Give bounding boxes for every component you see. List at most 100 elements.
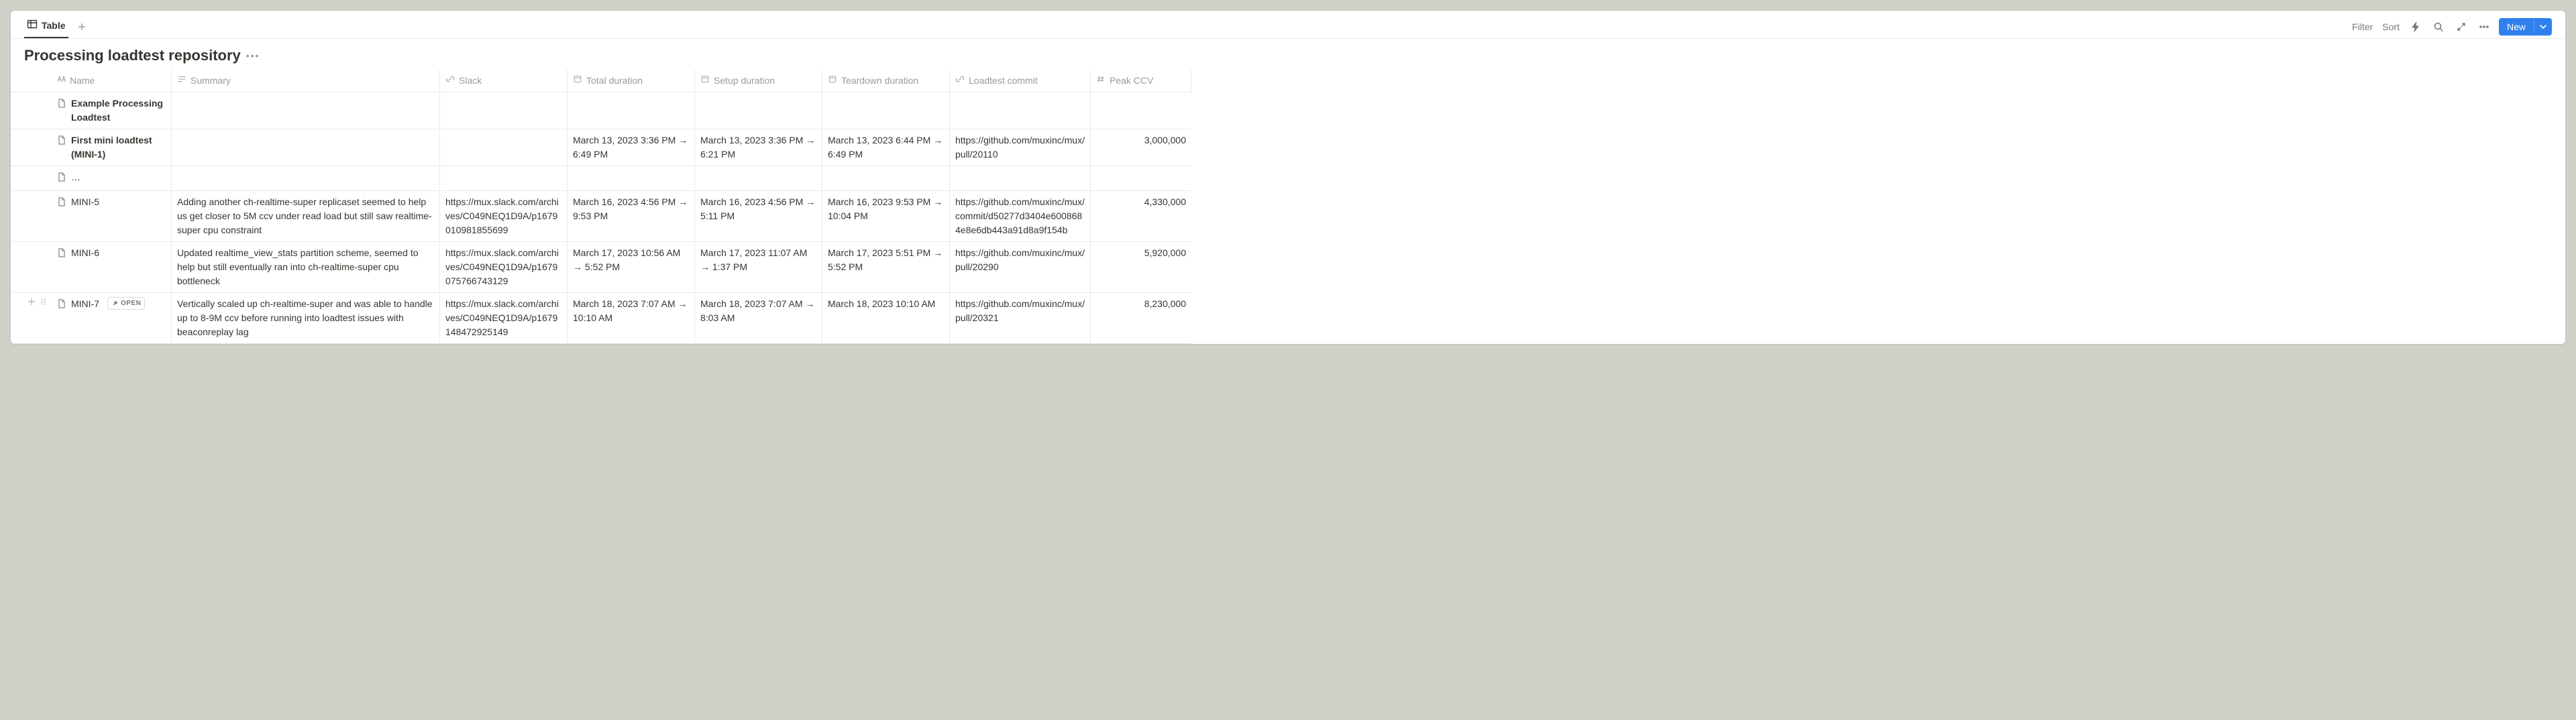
cell-total[interactable] (568, 166, 695, 191)
add-row-icon[interactable] (27, 297, 36, 308)
app-frame: Table Filter Sort New (11, 11, 2565, 344)
cell-name[interactable]: MINI-5 (51, 191, 172, 242)
date-prop-icon (573, 74, 582, 88)
open-button[interactable]: OPEN (107, 297, 145, 310)
filter-button[interactable]: Filter (2351, 19, 2374, 35)
cell-setup[interactable] (695, 166, 822, 191)
title-more-icon[interactable]: ••• (246, 50, 260, 61)
cell-setup[interactable]: March 17, 2023 11:07 AM → 1:37 PM (695, 242, 822, 293)
cell-setup[interactable]: March 18, 2023 7:07 AM → 8:03 AM (695, 293, 822, 344)
cell-ccv[interactable]: 8,230,000 (1091, 293, 1191, 344)
row-title: MINI-6 (71, 246, 99, 260)
cell-teardown[interactable] (822, 93, 950, 129)
cell-commit[interactable]: https://github.com/muxinc/mux/commit/d50… (950, 191, 1091, 242)
page-icon (56, 247, 67, 262)
view-tab-table[interactable]: Table (24, 15, 68, 38)
cell-teardown[interactable]: March 13, 2023 6:44 PM → 6:49 PM (822, 129, 950, 166)
col-label: Setup duration (714, 74, 775, 88)
cell-slack[interactable]: https://mux.slack.com/archives/C049NEQ1D… (440, 191, 568, 242)
link-prop-icon (955, 74, 965, 88)
drag-handle-icon[interactable] (39, 297, 48, 308)
cell-total[interactable]: March 17, 2023 10:56 AM → 5:52 PM (568, 242, 695, 293)
cell-total[interactable]: March 18, 2023 7:07 AM → 10:10 AM (568, 293, 695, 344)
row-title: MINI-5 (71, 195, 99, 209)
page-icon (56, 196, 67, 211)
row-gutter (11, 129, 51, 166)
cell-ccv[interactable] (1091, 166, 1191, 191)
page-icon (56, 298, 67, 313)
col-ccv[interactable]: Peak CCV (1091, 70, 1191, 93)
cell-ccv[interactable]: 3,000,000 (1091, 129, 1191, 166)
col-label: Teardown duration (841, 74, 918, 88)
page-title[interactable]: Processing loadtest repository (24, 47, 241, 64)
col-summary[interactable]: Summary (172, 70, 440, 93)
col-setup[interactable]: Setup duration (695, 70, 822, 93)
views-left: Table (24, 15, 90, 38)
col-commit[interactable]: Loadtest commit (950, 70, 1091, 93)
search-icon[interactable] (2430, 19, 2447, 35)
cell-teardown[interactable]: March 17, 2023 5:51 PM → 5:52 PM (822, 242, 950, 293)
cell-slack[interactable] (440, 129, 568, 166)
cell-name[interactable]: MINI-7OPEN (51, 293, 172, 344)
new-button[interactable]: New (2499, 18, 2552, 36)
cell-summary[interactable] (172, 129, 440, 166)
cell-teardown[interactable]: March 18, 2023 10:10 AM (822, 293, 950, 344)
title-prop-icon (56, 74, 66, 88)
cell-commit[interactable]: https://github.com/muxinc/mux/pull/20110 (950, 129, 1091, 166)
col-slack[interactable]: Slack (440, 70, 568, 93)
cell-total[interactable] (568, 93, 695, 129)
cell-name[interactable]: First mini loadtest (MINI-1) (51, 129, 172, 166)
col-label: Loadtest commit (969, 74, 1038, 88)
cell-name[interactable]: MINI-6 (51, 242, 172, 293)
cell-slack[interactable]: https://mux.slack.com/archives/C049NEQ1D… (440, 242, 568, 293)
page-icon (56, 135, 67, 149)
cell-setup[interactable]: March 13, 2023 3:36 PM → 6:21 PM (695, 129, 822, 166)
date-prop-icon (700, 74, 710, 88)
more-icon[interactable] (2476, 19, 2492, 35)
row-gutter (11, 293, 51, 344)
cell-name[interactable]: Example Processing Loadtest (51, 93, 172, 129)
col-total[interactable]: Total duration (568, 70, 695, 93)
col-name[interactable]: Name (51, 70, 172, 93)
cell-setup[interactable] (695, 93, 822, 129)
cell-commit[interactable]: https://github.com/muxinc/mux/pull/20290 (950, 242, 1091, 293)
cell-ccv[interactable] (1091, 93, 1191, 129)
new-button-label: New (2499, 18, 2534, 36)
cell-total[interactable]: March 13, 2023 3:36 PM → 6:49 PM (568, 129, 695, 166)
table-scroll[interactable]: Name Summary Slack Total duration Setup … (11, 70, 2565, 344)
automation-icon[interactable] (2408, 19, 2424, 35)
views-right: Filter Sort New (2351, 18, 2552, 36)
cell-summary[interactable] (172, 93, 440, 129)
expand-icon[interactable] (2453, 19, 2469, 35)
cell-teardown[interactable] (822, 166, 950, 191)
cell-ccv[interactable]: 5,920,000 (1091, 242, 1191, 293)
add-view-button[interactable] (74, 19, 90, 35)
cell-summary[interactable]: Updated realtime_view_stats partition sc… (172, 242, 440, 293)
row-gutter (11, 191, 51, 242)
cell-summary[interactable]: Adding another ch-realtime-super replica… (172, 191, 440, 242)
cell-commit[interactable] (950, 166, 1091, 191)
sort-button[interactable]: Sort (2381, 19, 2401, 35)
cell-name[interactable]: … (51, 166, 172, 191)
col-teardown[interactable]: Teardown duration (822, 70, 950, 93)
cell-teardown[interactable]: March 16, 2023 9:53 PM → 10:04 PM (822, 191, 950, 242)
col-label: Total duration (586, 74, 643, 88)
cell-ccv[interactable]: 4,330,000 (1091, 191, 1191, 242)
page-icon (56, 172, 67, 186)
cell-slack[interactable] (440, 166, 568, 191)
cell-setup[interactable]: March 16, 2023 4:56 PM → 5:11 PM (695, 191, 822, 242)
col-label: Name (70, 74, 95, 88)
cell-commit[interactable] (950, 93, 1091, 129)
title-row: Processing loadtest repository ••• (11, 39, 2565, 70)
cell-slack[interactable]: https://mux.slack.com/archives/C049NEQ1D… (440, 293, 568, 344)
cell-total[interactable]: March 16, 2023 4:56 PM → 9:53 PM (568, 191, 695, 242)
new-button-chevron[interactable] (2534, 20, 2552, 34)
open-label: OPEN (121, 298, 141, 308)
cell-summary[interactable] (172, 166, 440, 191)
number-prop-icon (1096, 74, 1106, 88)
page-icon (56, 98, 67, 113)
row-gutter (11, 166, 51, 191)
cell-summary[interactable]: Vertically scaled up ch-realtime-super a… (172, 293, 440, 344)
cell-commit[interactable]: https://github.com/muxinc/mux/pull/20321 (950, 293, 1091, 344)
cell-slack[interactable] (440, 93, 568, 129)
